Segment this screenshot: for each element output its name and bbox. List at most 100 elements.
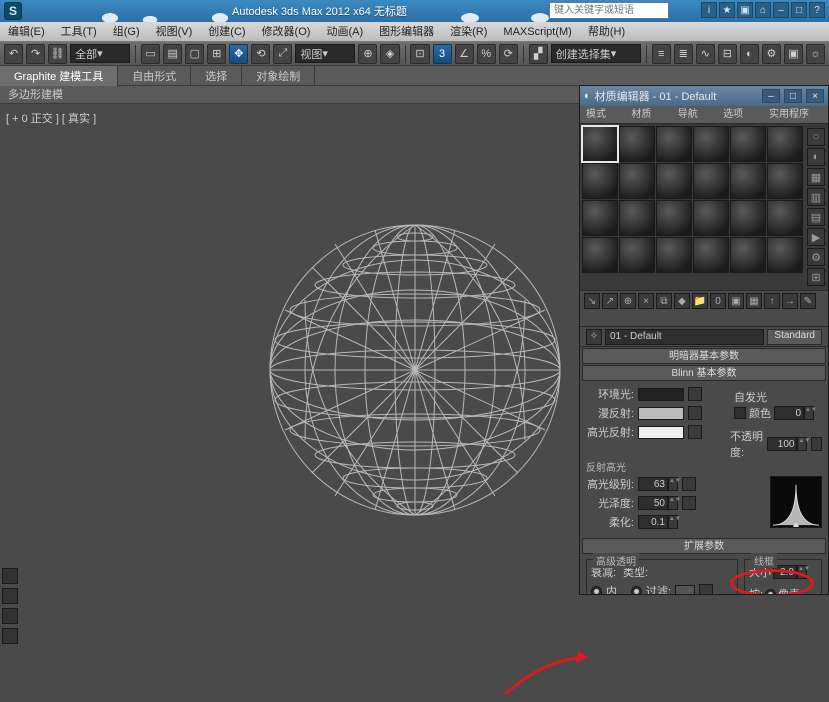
soften-spinner[interactable] [638,515,668,529]
menu-render[interactable]: 渲染(R) [442,22,495,41]
material-slot-1[interactable] [582,126,618,162]
viewport-label[interactable]: [ + 0 正交 ] [ 真实 ] [6,110,96,126]
spec-level-spinner[interactable] [638,477,668,491]
show-end-icon[interactable]: ▦ [746,293,762,309]
falloff-in-radio[interactable] [591,586,602,595]
min-icon[interactable]: – [773,2,789,18]
named-selection-combo[interactable]: 创建选择集 ▾ [551,44,641,63]
mat-close-button[interactable]: × [806,89,824,103]
help-search-input[interactable] [549,2,669,19]
get-material-icon[interactable]: ↘ [584,293,600,309]
material-slot[interactable] [767,126,803,162]
material-slot[interactable] [730,200,766,236]
snap-toggle-icon[interactable]: ⊡ [410,44,429,64]
filter-swatch[interactable] [675,585,695,595]
steering-wheel-icon[interactable] [2,588,18,604]
material-slot[interactable] [767,163,803,199]
type-filter-radio[interactable] [631,586,642,595]
put-to-scene-icon[interactable]: ↗ [602,293,618,309]
opacity-spinner[interactable] [767,437,797,451]
sample-uv-icon[interactable]: ▥ [807,188,825,206]
mat-menu-material[interactable]: 材质(M) [625,106,671,123]
selfillum-spinner[interactable] [774,406,804,420]
gloss-map-icon[interactable] [682,496,696,510]
mat-max-button[interactable]: □ [784,89,802,103]
menu-modifiers[interactable]: 修改器(O) [254,22,319,41]
select-name-icon[interactable]: ▤ [163,44,182,64]
layers-icon[interactable]: ≣ [674,44,693,64]
spec-level-map-icon[interactable] [682,477,696,491]
background-icon[interactable]: ▦ [807,168,825,186]
material-slot[interactable] [730,126,766,162]
make-preview-icon[interactable]: ▶ [807,228,825,246]
nav2-icon[interactable] [2,628,18,644]
material-slot[interactable] [656,163,692,199]
window-crossing-icon[interactable]: ⊞ [207,44,226,64]
material-slot[interactable] [582,163,618,199]
redo-icon[interactable]: ↷ [26,44,45,64]
menu-group[interactable]: 组(G) [105,22,148,41]
rollout-shader-params[interactable]: 明暗器基本参数 [582,348,826,364]
material-slot[interactable] [619,126,655,162]
help-icon[interactable]: ? [809,2,825,18]
material-slot[interactable] [619,200,655,236]
sample-type-icon[interactable]: ○ [807,128,825,146]
ribbon-tab-graphite[interactable]: Graphite 建模工具 [0,66,118,86]
material-slot[interactable] [730,163,766,199]
specular-swatch[interactable] [638,426,684,439]
material-slot[interactable] [619,237,655,273]
select-icon[interactable]: ▭ [141,44,160,64]
material-slot[interactable] [656,126,692,162]
ribbon-tab-paint[interactable]: 对象绘制 [242,66,315,86]
material-type-button[interactable]: Standard [767,329,822,345]
diffuse-map-icon[interactable] [688,406,702,420]
material-slot[interactable] [767,200,803,236]
menu-help[interactable]: 帮助(H) [580,22,633,41]
refcoord-combo[interactable]: 视图 ▾ [295,44,355,63]
video-check-icon[interactable]: ▤ [807,208,825,226]
link-icon[interactable]: ⛓ [48,44,67,64]
rollout-extended-params[interactable]: 扩展参数 [582,538,826,554]
options-icon[interactable]: ⚙ [807,248,825,266]
user-icon[interactable]: ▣ [737,2,753,18]
ambient-swatch[interactable] [638,388,684,401]
mat-min-button[interactable]: – [762,89,780,103]
render-icon[interactable]: ☼ [806,44,825,64]
material-slot[interactable] [656,237,692,273]
home-icon[interactable]: ⌂ [755,2,771,18]
material-slot[interactable] [767,237,803,273]
percent-snap-icon[interactable]: % [477,44,496,64]
viewcube-icon[interactable] [2,568,18,584]
slot-count-icon[interactable]: ⊞ [807,268,825,286]
ambient-lock-icon[interactable] [688,387,702,401]
menu-animation[interactable]: 动画(A) [318,22,371,41]
wire-pixels-radio[interactable] [765,589,776,595]
mat-menu-options[interactable]: 选项(O) [717,106,763,123]
put-library-icon[interactable]: 📁 [692,293,708,309]
menu-create[interactable]: 创建(C) [200,22,253,41]
material-slot[interactable] [730,237,766,273]
filter-combo[interactable]: 全部 ▾ [70,44,130,63]
material-slot[interactable] [693,237,729,273]
rotate-icon[interactable]: ⟲ [251,44,270,64]
align-icon[interactable]: ≡ [652,44,671,64]
ribbon-tab-selection[interactable]: 选择 [191,66,242,86]
menu-graph[interactable]: 图形编辑器 [371,22,442,41]
material-slot[interactable] [656,200,692,236]
assign-selection-icon[interactable]: ⊕ [620,293,636,309]
make-unique-icon[interactable]: ◆ [674,293,690,309]
make-copy-icon[interactable]: ⧉ [656,293,672,309]
material-slot[interactable] [582,200,618,236]
select-region-icon[interactable]: ▢ [185,44,204,64]
rollout-blinn-params[interactable]: Blinn 基本参数 [582,365,826,381]
render-setup-icon[interactable]: ⚙ [762,44,781,64]
scale-icon[interactable]: ⤢ [273,44,292,64]
render-frame-icon[interactable]: ▣ [784,44,803,64]
star-icon[interactable]: ★ [719,2,735,18]
menu-tools[interactable]: 工具(T) [53,22,105,41]
material-slot[interactable] [693,163,729,199]
selfillum-color-checkbox[interactable] [734,407,746,419]
material-editor-icon[interactable]: ◐ [740,44,759,64]
mirror-icon[interactable]: ▞ [529,44,548,64]
mat-menu-nav[interactable]: 导航(N) [672,106,717,123]
